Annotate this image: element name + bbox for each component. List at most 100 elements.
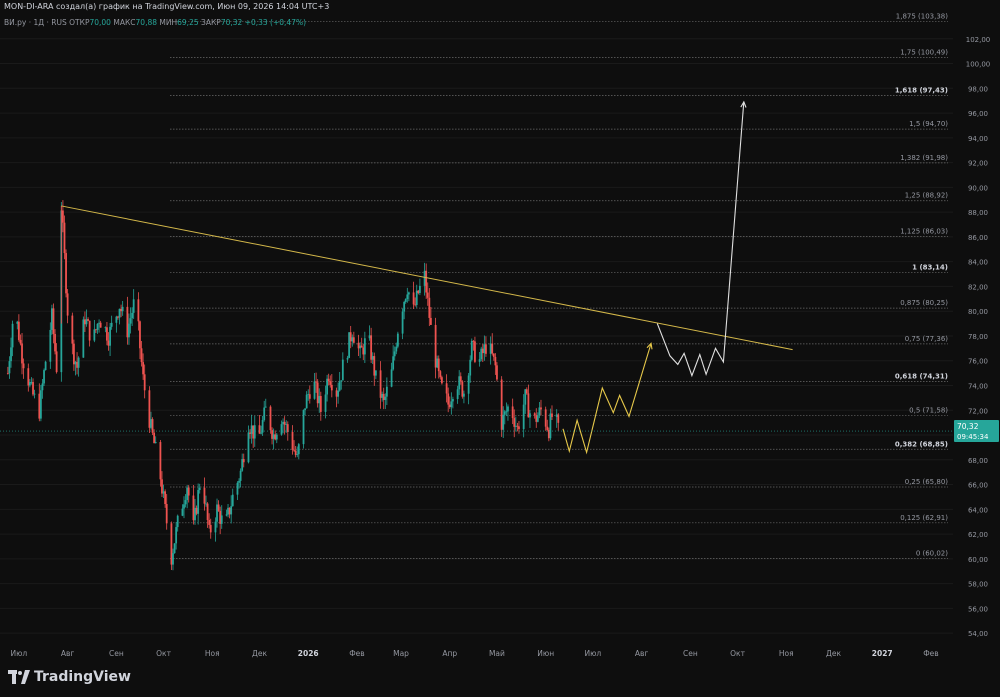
time-tick-label: Дек [252, 649, 267, 658]
candle-body [186, 487, 189, 501]
fibonacci-extension[interactable]: 1,875 (103,38)1,75 (100,49)1,618 (97,43)… [170, 13, 948, 559]
candle-body [384, 396, 387, 401]
fib-level-label: 1,25 (88,92) [905, 192, 949, 200]
candle-body [62, 210, 64, 223]
forecast-path-white[interactable] [656, 101, 745, 378]
candle-body [132, 299, 135, 313]
price-tick-label: 64,00 [968, 506, 988, 514]
candle-body [118, 308, 121, 318]
candle-body [492, 353, 495, 357]
fib-level-label: 0,125 (62,91) [900, 514, 948, 522]
fib-level-label: 0,618 (74,31) [895, 373, 948, 381]
candle-body [461, 381, 464, 397]
candle-body [327, 378, 330, 382]
candle-body [282, 421, 284, 425]
price-grid [0, 38, 953, 634]
candle-body [17, 321, 20, 340]
candle-body [308, 394, 311, 399]
candle-body [241, 459, 244, 471]
candle-body [73, 343, 75, 365]
resistance-trendline[interactable] [61, 205, 793, 351]
candle-body [220, 515, 223, 524]
time-axis[interactable]: Июл Авг Сен Окт Ноя Дек 2026 Фев Мар Апр Май Июн Июл… [11, 649, 939, 658]
candle-body [16, 321, 19, 324]
fib-level-label: 0,25 (65,80) [905, 478, 949, 486]
candle-body [296, 454, 299, 456]
time-tick-label: Авг [635, 649, 649, 658]
price-tick-label: 82,00 [968, 283, 988, 291]
symbol-legend: ВИ.ру · 1Д · RUS ОТКР70,00 МАКС70,88 МИН… [4, 18, 306, 27]
price-tick-label: 68,00 [968, 457, 988, 465]
candle-body [382, 393, 385, 401]
candle-body [291, 431, 294, 450]
candle-body [371, 356, 374, 360]
candle-body [359, 345, 362, 349]
candle-body [544, 409, 547, 427]
candle-body [518, 426, 520, 430]
candle-body [143, 374, 146, 391]
time-tick-label: Ноя [205, 649, 220, 658]
legend-close-label: ЗАКР [201, 18, 221, 27]
legend-change: +0,33 (+0,47%) [244, 18, 307, 27]
candle-body [258, 425, 261, 434]
candle-body [242, 459, 245, 463]
tradingview-logo[interactable]: TradingView [8, 669, 131, 685]
chart-canvas[interactable]: 1,875 (103,38)1,75 (100,49)1,618 (97,43)… [0, 0, 1000, 697]
candle-body [275, 434, 278, 440]
fib-level-label: 1,5 (94,70) [909, 120, 948, 128]
candle-body [274, 434, 277, 440]
candle-body [150, 419, 152, 428]
candle-body [225, 514, 228, 516]
candle-body [294, 450, 297, 455]
time-tick-label: Дек [826, 649, 841, 658]
price-axis[interactable]: 54,00 56,00 58,00 60,00 62,00 64,00 66,00 68,00… [953, 0, 1000, 662]
candle-body [93, 329, 96, 341]
candle-body [346, 357, 349, 360]
candle-body [403, 301, 406, 312]
candle-body [428, 297, 431, 318]
candle-body [337, 390, 340, 397]
candle-body [126, 306, 129, 338]
candle-body [230, 506, 233, 515]
candle-body [381, 393, 384, 398]
candle-body [192, 495, 195, 521]
legend-symbol[interactable]: ВИ.ру · 1Д · RUS [4, 18, 67, 27]
candle-body [470, 340, 473, 360]
candle-body [106, 327, 108, 341]
candle-body [352, 337, 355, 343]
candle-body [140, 348, 143, 363]
candle-body [418, 285, 421, 293]
candle-body [538, 407, 541, 416]
candle-body [247, 432, 250, 463]
candle-body [370, 335, 373, 360]
candle-body [522, 404, 525, 430]
candle-body [351, 337, 354, 342]
legend-high-label: МАКС [113, 18, 136, 27]
candle-body [374, 370, 377, 376]
candle-body [516, 425, 519, 427]
candle-body [474, 341, 476, 362]
candle-body [395, 346, 398, 352]
candle-body [43, 370, 45, 384]
candle-body [85, 319, 88, 325]
price-tick-label: 92,00 [968, 160, 988, 168]
candle-body [362, 347, 365, 355]
candle-body [297, 444, 300, 455]
candle-body [197, 490, 200, 514]
candle-body [536, 415, 539, 422]
forecast-path-yellow[interactable] [562, 343, 652, 455]
candle-body [208, 520, 211, 525]
candle-body [445, 383, 448, 394]
candle-body [84, 319, 86, 325]
candle-body [195, 507, 198, 514]
candle-body [285, 424, 288, 425]
candle-body [71, 315, 74, 344]
candle-body [305, 394, 308, 409]
candle-body [170, 523, 173, 565]
legend-open-label: ОТКР [69, 18, 90, 27]
candle-body [50, 308, 53, 330]
candle-body [264, 406, 267, 408]
candle-body [19, 339, 22, 344]
price-tick-label: 84,00 [968, 259, 988, 267]
candle-body [341, 359, 344, 381]
